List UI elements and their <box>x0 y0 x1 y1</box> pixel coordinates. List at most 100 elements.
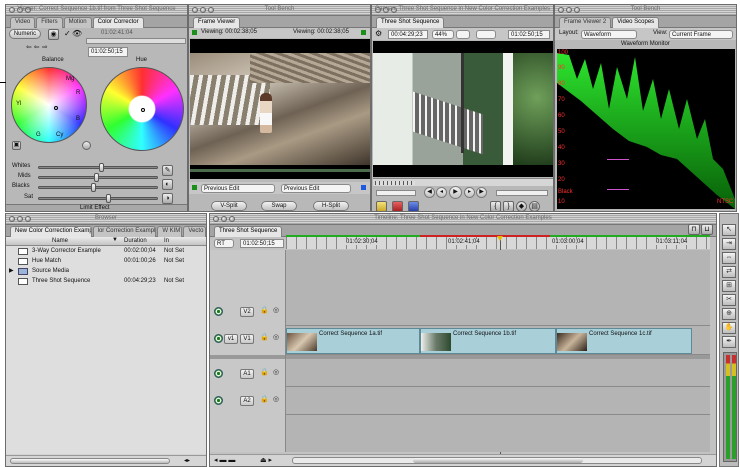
disclosure-triangle-icon[interactable]: ▶ <box>9 266 14 276</box>
reset-balance-icon[interactable] <box>82 141 91 150</box>
tab-three-shot-sequence[interactable]: Three Shot Sequence <box>214 226 283 237</box>
tab-frame-viewer-2[interactable]: Frame Viewer 2 <box>559 17 612 28</box>
tab-three-shot-sequence[interactable]: Three Shot Sequence <box>376 17 445 28</box>
column-name[interactable]: Name <box>52 238 68 244</box>
roll-tool-icon[interactable]: ⇄ <box>722 266 736 278</box>
layout-select[interactable]: Waveform <box>581 30 637 39</box>
limit-effect-bar[interactable]: Limit Effect <box>6 204 187 211</box>
clip-1c[interactable]: Correct Sequence 1c.tif <box>556 328 692 354</box>
ripple-tool-icon[interactable]: ⇔ <box>722 252 736 264</box>
tab-video[interactable]: Video <box>10 17 36 28</box>
tab-new-color-correction-examples[interactable]: New Color Correction Examples <box>10 226 92 237</box>
titlebar[interactable]: Timeline: Three Shot Sequence in New Col… <box>210 214 716 225</box>
zoom-slider-icon[interactable]: ⏏ ▸ <box>260 456 272 464</box>
scroll-arrows-icon[interactable]: ◂▸ <box>184 457 190 464</box>
sat-slider[interactable] <box>38 197 158 200</box>
titlebar[interactable]: Tool Bench <box>189 5 370 16</box>
add-marker-icon[interactable]: ◆ <box>516 201 527 211</box>
eye-icon[interactable]: 👁 <box>72 29 82 38</box>
track-lane-a2[interactable] <box>286 387 710 415</box>
rt-menu[interactable]: RT <box>214 239 234 248</box>
replace-edit-icon[interactable] <box>408 201 419 211</box>
list-item[interactable]: ▶ Source Media <box>6 266 206 276</box>
horizontal-scrollbar[interactable]: ◂▸ <box>6 455 206 466</box>
linking-icon[interactable]: ⊔ <box>701 224 713 235</box>
clip-1a[interactable]: Correct Sequence 1a.tif <box>286 328 420 354</box>
timeline-timecode[interactable]: 01:02:50;15 <box>240 239 284 248</box>
blacks-slider[interactable] <box>38 186 158 189</box>
tab-color-correction-examples[interactable]: lor Correction Examples <box>92 226 157 237</box>
scroll-thumb[interactable] <box>10 458 170 464</box>
playhead-marker[interactable] <box>497 236 503 241</box>
previous-edit-right-select[interactable]: Previous Edit <box>281 184 351 193</box>
view-select[interactable]: Current Frame <box>669 30 733 39</box>
back-icon[interactable]: ◂ <box>436 187 447 198</box>
h-split-button[interactable]: H-Split <box>313 201 349 211</box>
jog-slider[interactable] <box>496 190 548 196</box>
insert-edit-icon[interactable] <box>376 201 387 211</box>
v-split-button[interactable]: V-Split <box>211 201 247 211</box>
list-item[interactable]: 3-Way Corrector Example 00:02:00;04 Not … <box>6 246 206 256</box>
tab-video-scopes[interactable]: Video Scopes <box>612 17 660 28</box>
razor-tool-icon[interactable]: ✂ <box>722 294 736 306</box>
fast-forward-icon[interactable]: ▶ <box>476 187 487 198</box>
mark-out-icon[interactable]: } <box>503 201 514 211</box>
copy-filter-icon[interactable]: ⇐ ⇐ ⇒ <box>26 43 48 51</box>
timeline-scrollbar[interactable] <box>292 457 702 464</box>
eyedropper-icon[interactable]: ✎ <box>162 165 173 176</box>
titlebar[interactable]: Tool Bench <box>555 5 736 16</box>
track-lane-v2[interactable] <box>286 300 710 326</box>
lock-icon[interactable]: 🔒 <box>260 333 269 341</box>
forward-icon[interactable]: ▸ <box>464 187 475 198</box>
list-item[interactable]: Hue Match 00:01:00;26 Not Set <box>6 256 206 266</box>
auto-select-icon[interactable]: ◎ <box>273 395 279 403</box>
track-height-icon[interactable]: ◂ ▬ ▬ <box>214 456 235 464</box>
hand-tool-icon[interactable]: ✋ <box>722 322 736 334</box>
checkmark-icon[interactable]: ✓ <box>64 29 71 38</box>
tab-w-kim[interactable]: W KIM <box>157 226 183 237</box>
lock-icon[interactable]: 🔒 <box>260 368 269 376</box>
select-auto-balance-icon[interactable]: ▣ <box>12 141 21 150</box>
titlebar[interactable]: Canvas: Three Shot Sequence in New Color… <box>372 5 553 16</box>
view-select[interactable] <box>456 30 470 39</box>
track-v2[interactable]: V2 <box>240 307 254 317</box>
titlebar[interactable]: Viewer: Correct Sequence 1b.tif from Thr… <box>6 5 187 16</box>
numeric-button[interactable]: Numeric <box>9 29 41 39</box>
rewind-icon[interactable]: ◀ <box>424 187 435 198</box>
balance-wheel[interactable]: Mg R Yl G Cy B <box>11 67 87 143</box>
blacks-thumb[interactable] <box>91 183 96 192</box>
play-icon[interactable]: ▶ <box>449 186 462 199</box>
previous-edit-left-select[interactable]: Previous Edit <box>201 184 275 193</box>
auto-select-icon[interactable]: ◎ <box>273 333 279 341</box>
column-in[interactable]: In <box>164 238 169 244</box>
sort-chevron-down-icon[interactable]: ▼ <box>112 237 118 243</box>
track-visibility-icon[interactable] <box>214 334 223 343</box>
pen-tool-icon[interactable]: ✒ <box>722 336 736 348</box>
sat-thumb[interactable] <box>106 194 111 203</box>
swap-button[interactable]: Swap <box>261 201 297 211</box>
track-select-tool-icon[interactable]: ⇥ <box>722 238 736 250</box>
current-timecode[interactable]: 01:02:50;15 <box>508 30 550 39</box>
lock-icon[interactable]: 🔒 <box>260 395 269 403</box>
whites-thumb[interactable] <box>99 163 104 172</box>
tab-vecto[interactable]: Vecto <box>183 226 206 237</box>
gear-icon[interactable]: ⚙ <box>375 29 382 38</box>
overlay-select[interactable] <box>476 30 496 39</box>
titlebar[interactable]: Browser <box>6 214 206 225</box>
track-v1[interactable]: V1 <box>240 334 254 344</box>
auto-select-icon[interactable]: ◎ <box>273 306 279 314</box>
mids-thumb[interactable] <box>94 173 99 182</box>
clip-1b[interactable]: Correct Sequence 1b.tif <box>420 328 556 354</box>
source-track-v1[interactable]: v1 <box>224 334 238 344</box>
auto-white-icon[interactable]: ◐ <box>162 179 173 190</box>
visibility-icon[interactable]: ◉ <box>48 29 59 40</box>
track-visibility-icon[interactable] <box>214 307 223 316</box>
zoom-select[interactable]: 44% <box>432 30 454 39</box>
overwrite-edit-icon[interactable] <box>392 201 403 211</box>
mark-in-icon[interactable]: { <box>490 201 501 211</box>
scroll-thumb[interactable] <box>413 458 583 463</box>
tab-filters[interactable]: Filters <box>36 17 63 28</box>
canvas-scrubber[interactable] <box>373 178 553 186</box>
tab-frame-viewer[interactable]: Frame Viewer <box>193 17 241 28</box>
track-audio-icon[interactable] <box>214 369 223 378</box>
